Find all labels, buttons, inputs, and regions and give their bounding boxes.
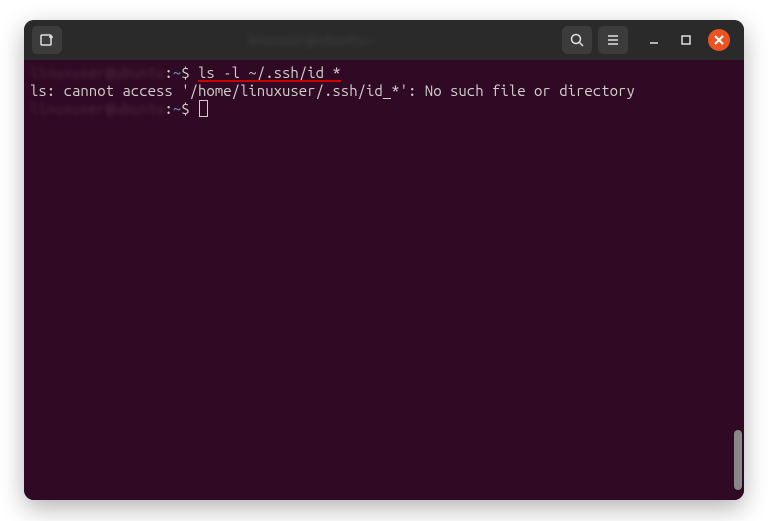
prompt-colon: : xyxy=(164,100,172,117)
prompt-colon: : xyxy=(164,64,172,81)
prompt-host: linuxuser@ubuntu xyxy=(30,100,164,118)
command-text-underlined: ls -l ~/.ssh/id_* xyxy=(198,64,341,81)
maximize-button[interactable] xyxy=(676,30,696,50)
command-text xyxy=(190,64,198,81)
minimize-button[interactable] xyxy=(644,30,664,50)
minimize-icon xyxy=(648,34,660,46)
window-controls xyxy=(644,29,730,51)
cursor xyxy=(199,100,208,117)
close-icon xyxy=(714,35,724,45)
prompt-host: linuxuser@ubuntu xyxy=(30,64,164,82)
new-tab-button[interactable] xyxy=(32,26,62,54)
prompt-path: ~ xyxy=(173,100,181,117)
maximize-icon xyxy=(680,34,692,46)
prompt-dollar: $ xyxy=(181,64,189,81)
menu-button[interactable] xyxy=(598,26,628,54)
close-button[interactable] xyxy=(708,29,730,51)
new-tab-icon xyxy=(39,32,55,48)
terminal-window: linuxuser@ubuntu:~ xyxy=(24,20,744,500)
terminal-body[interactable]: linuxuser@ubuntu:~$ ls -l ~/.ssh/id_* ls… xyxy=(24,60,744,500)
search-icon xyxy=(569,32,585,48)
scrollbar[interactable] xyxy=(734,430,742,490)
prompt-dollar: $ xyxy=(181,100,189,117)
prompt-path: ~ xyxy=(173,64,181,81)
window-title: linuxuser@ubuntu:~ xyxy=(68,32,556,48)
terminal-output: ls: cannot access '/home/linuxuser/.ssh/… xyxy=(30,82,738,100)
terminal-line: linuxuser@ubuntu:~$ xyxy=(30,100,738,118)
terminal-line: linuxuser@ubuntu:~$ ls -l ~/.ssh/id_* xyxy=(30,64,738,82)
hamburger-icon xyxy=(605,32,621,48)
search-button[interactable] xyxy=(562,26,592,54)
titlebar: linuxuser@ubuntu:~ xyxy=(24,20,744,60)
